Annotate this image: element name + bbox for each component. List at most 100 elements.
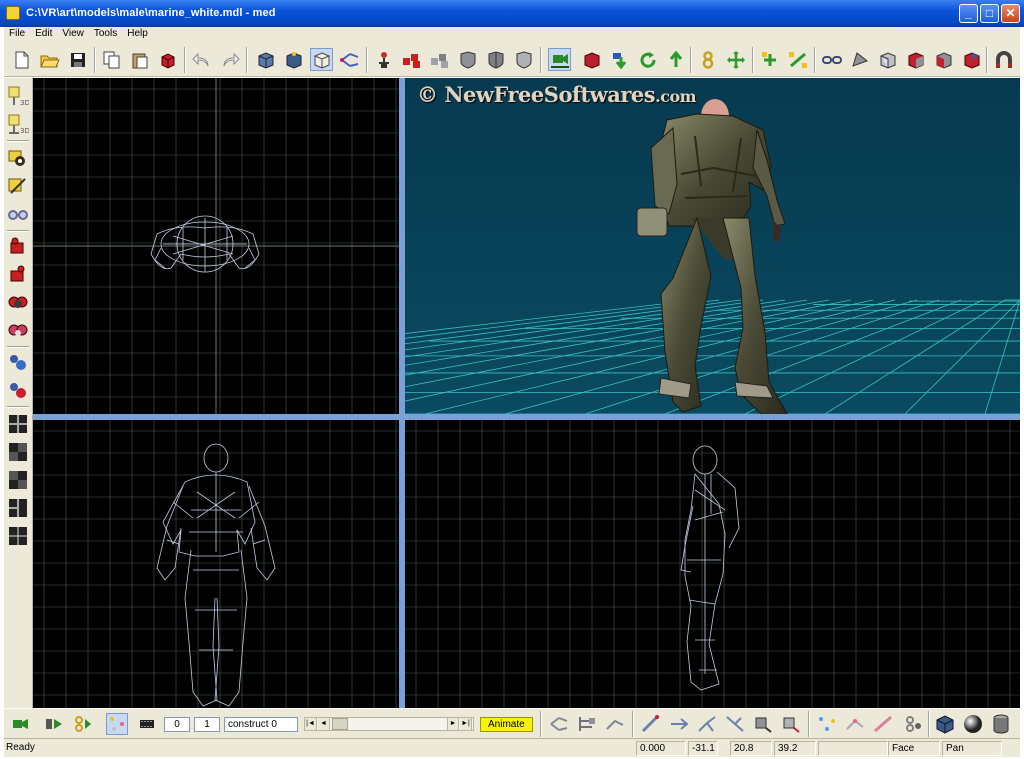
move-cross-icon[interactable] [724,48,747,71]
scroll-first-button[interactable]: |◄ [305,718,317,730]
render-sphere-icon[interactable] [962,713,984,735]
shield-outline-icon[interactable] [512,48,535,71]
menu-help[interactable]: Help [122,27,153,39]
scroll-last-button[interactable]: ►| [460,718,472,730]
cube-selected-icon[interactable] [310,48,333,71]
shield-icon[interactable] [456,48,479,71]
copy-icon[interactable] [100,48,123,71]
main-toolbar [4,43,1020,77]
red-box-icon[interactable] [580,48,603,71]
number-8-icon[interactable] [696,48,719,71]
vertex-select-icon[interactable] [816,713,838,735]
face-select-icon[interactable] [872,713,894,735]
bone-box-alt-icon[interactable] [780,713,802,735]
scroll-prev-button[interactable]: ◄ [318,718,330,730]
add-vertex-icon[interactable] [758,48,781,71]
eye-glasses-icon[interactable] [6,202,30,226]
render-cylinder-icon[interactable] [990,713,1012,735]
red-hand-alt-icon[interactable] [6,262,30,286]
red-cubes-icon[interactable] [400,48,423,71]
save-icon[interactable] [66,48,89,71]
side-viewport[interactable] [405,420,1020,708]
layout-quad-icon[interactable] [6,412,30,436]
link-icon[interactable] [820,48,843,71]
layout-four-icon[interactable] [6,468,30,492]
status-tool: Pan [942,741,1002,756]
box-face-icon[interactable] [876,48,899,71]
front-viewport[interactable] [33,420,399,708]
new-file-icon[interactable] [10,48,33,71]
coord-y: -31.1 [688,741,718,756]
cube-wire-icon[interactable] [282,48,305,71]
bone-add-icon[interactable] [576,713,598,735]
red-flask-icon[interactable] [6,378,30,402]
layout-grid-icon[interactable] [6,524,30,548]
down-arrow-icon[interactable] [608,48,631,71]
menu-edit[interactable]: Edit [30,27,57,39]
layout-split-icon[interactable] [6,440,30,464]
edge-select-icon[interactable] [844,713,866,735]
delete-icon[interactable] [156,48,179,71]
side-3d-icon[interactable]: 3D [6,112,30,136]
top-3d-icon[interactable]: 3D [6,84,30,108]
menu-view[interactable]: View [57,27,89,39]
bone-link-icon[interactable] [604,713,626,735]
cube-icon[interactable] [254,48,277,71]
move-camera-icon[interactable] [548,48,571,71]
paste-icon[interactable] [128,48,151,71]
sequence-field[interactable]: construct 0 [224,717,298,732]
front-view-canvas [33,420,399,708]
status-mode: Face [888,741,940,756]
bone-box-icon[interactable] [752,713,774,735]
rotate-icon[interactable] [636,48,659,71]
render-cube-icon[interactable] [934,713,956,735]
pose-scale-icon[interactable] [724,713,746,735]
pose-rotate-icon[interactable] [696,713,718,735]
watermark: © NewFreeSoftwares.com [417,82,697,107]
up-arrow-icon[interactable] [664,48,687,71]
minimize-button[interactable]: _ [959,4,978,23]
eye-red-alt-icon[interactable] [6,318,30,342]
menu-tools[interactable]: Tools [89,27,122,39]
edit-pen-icon[interactable] [6,174,30,198]
model-top-wireframe [150,215,260,273]
bones-icon[interactable] [338,48,361,71]
pose-move-icon[interactable] [668,713,690,735]
maximize-button[interactable]: □ [980,4,999,23]
hierarchy-icon[interactable] [372,48,395,71]
scroll-next-button[interactable]: ► [447,718,459,730]
frame-step-icon[interactable] [44,713,66,735]
number-8-gear-icon[interactable] [902,713,924,735]
animate-bones-icon[interactable] [72,713,94,735]
film-icon[interactable] [136,713,158,735]
frame-end-field[interactable]: 1 [194,717,220,732]
box-red-open-icon[interactable] [960,48,983,71]
magnet-icon[interactable] [992,48,1015,71]
perspective-viewport[interactable]: © NewFreeSoftwares.com [405,78,1020,414]
bone-tool-icon[interactable] [548,713,570,735]
pose-icon[interactable] [640,713,662,735]
box-red-icon[interactable] [904,48,927,71]
redo-icon[interactable] [218,48,241,71]
eye-red-icon[interactable] [6,290,30,314]
connect-icon[interactable] [786,48,809,71]
play-camera-icon[interactable] [10,713,32,735]
blue-flask-icon[interactable] [6,350,30,374]
layout-three-icon[interactable] [6,496,30,520]
red-hand-icon[interactable] [6,234,30,258]
frame-scrollbar[interactable]: |◄ ◄ ► ►| [304,717,474,731]
undo-icon[interactable] [190,48,213,71]
shield-alt-icon[interactable] [484,48,507,71]
open-folder-icon[interactable] [38,48,61,71]
triangle-icon[interactable] [848,48,871,71]
top-viewport[interactable] [33,78,399,414]
frame-start-field[interactable]: 0 [164,717,190,732]
select-points-icon[interactable] [106,713,128,735]
cubes-icon[interactable] [428,48,451,71]
scroll-thumb[interactable] [332,718,348,730]
eye-view-icon[interactable] [6,146,30,170]
box-red-alt-icon[interactable] [932,48,955,71]
animate-button[interactable]: Animate [480,717,533,732]
close-button[interactable]: ✕ [1001,4,1020,23]
menu-file[interactable]: File [4,27,30,39]
